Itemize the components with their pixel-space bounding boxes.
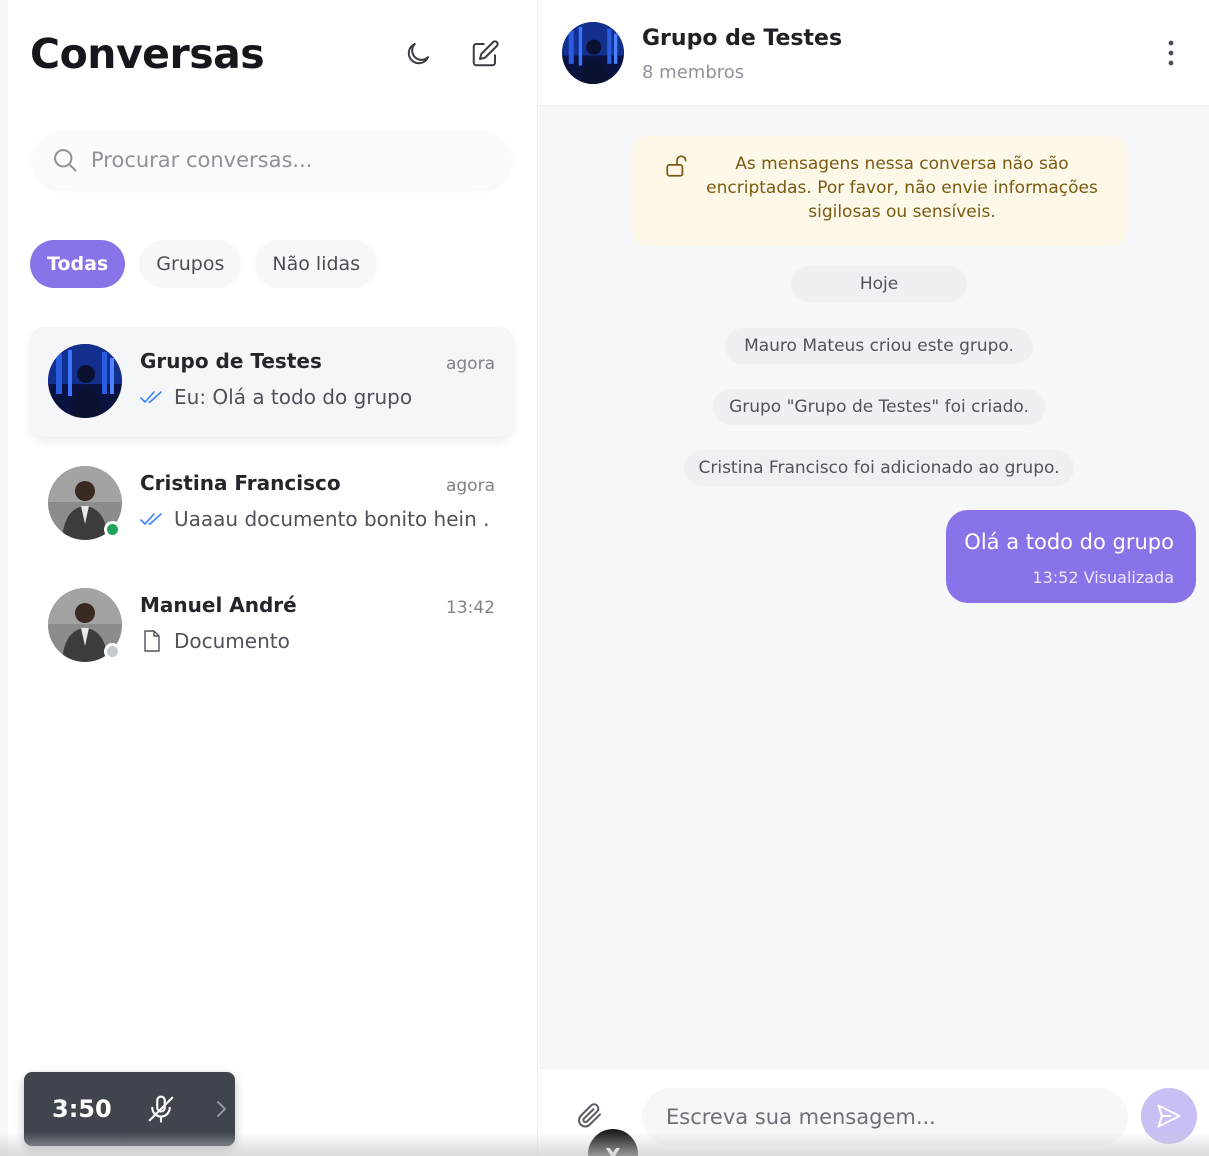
conversation-item-manuel-andre[interactable]: Manuel André 13:42 Documento	[30, 571, 513, 681]
outgoing-message[interactable]: Olá a todo do grupo 13:52 Visualizada	[946, 510, 1196, 603]
conversation-name: Manuel André	[140, 593, 297, 617]
avatar	[48, 344, 122, 418]
more-options-icon[interactable]	[1167, 38, 1175, 68]
conversation-time: 13:42	[446, 598, 495, 618]
chat-avatar[interactable]	[562, 22, 624, 84]
conversation-preview: Documento	[140, 629, 490, 653]
chat-header: Grupo de Testes 8 membros	[539, 0, 1209, 106]
conversation-preview-text: Uaaau documento bonito hein ...	[174, 507, 490, 531]
encryption-notice-text: As mensagens nessa conversa não são encr…	[706, 154, 1098, 222]
moon-icon[interactable]	[400, 36, 436, 72]
encryption-notice: As mensagens nessa conversa não são encr…	[632, 136, 1127, 246]
system-message: Grupo "Grupo de Testes" foi criado.	[713, 389, 1045, 425]
online-status-indicator	[104, 521, 121, 538]
member-count: 8 membros	[642, 62, 745, 83]
conversation-name: Cristina Francisco	[140, 471, 341, 495]
search-input[interactable]	[91, 148, 491, 172]
system-message: Cristina Francisco foi adicionado ao gru…	[684, 450, 1074, 486]
message-meta: 13:52 Visualizada	[1032, 568, 1174, 587]
mic-off-icon[interactable]	[146, 1094, 176, 1124]
search-icon	[54, 149, 77, 172]
double-check-icon	[140, 387, 164, 407]
page-title: Conversas	[30, 30, 265, 78]
double-check-icon	[140, 509, 164, 529]
chat-panel: Grupo de Testes 8 membros As mensagens n…	[539, 0, 1209, 1156]
search-bar	[33, 131, 511, 189]
message-text: Olá a todo do grupo	[964, 530, 1174, 554]
sidebar-edge	[0, 0, 8, 1156]
system-message: Mauro Mateus criou este grupo.	[725, 328, 1033, 364]
chevron-right-icon[interactable]	[212, 1098, 230, 1120]
conversation-preview-text: Documento	[174, 629, 290, 653]
conversation-time: agora	[445, 354, 495, 374]
bottom-edge-shade	[0, 1132, 1209, 1156]
chat-title: Grupo de Testes	[642, 26, 843, 51]
conversation-name: Grupo de Testes	[140, 349, 322, 373]
date-divider: Hoje	[791, 266, 967, 302]
call-timer: 3:50	[52, 1095, 112, 1123]
filter-tab-grupos[interactable]: Grupos	[139, 240, 242, 288]
conversation-item-grupo-de-testes[interactable]: Grupo de Testes agora Eu: Olá a todo do …	[30, 327, 513, 437]
unlock-icon	[666, 155, 687, 177]
offline-status-indicator	[104, 643, 121, 660]
conversation-item-cristina-francisco[interactable]: Cristina Francisco agora Uaaau documento…	[30, 449, 513, 559]
message-time: 13:52	[1032, 568, 1079, 587]
conversation-sidebar: Conversas Todas Grupos Não lidas G	[0, 0, 538, 1156]
conversation-preview: Eu: Olá a todo do grupo	[140, 385, 490, 409]
conversation-preview: Uaaau documento bonito hein ...	[140, 507, 490, 531]
filter-tab-todas[interactable]: Todas	[30, 240, 126, 288]
paperclip-icon[interactable]	[575, 1099, 605, 1131]
conversation-time: agora	[445, 476, 495, 496]
filter-tab-nao-lidas[interactable]: Não lidas	[255, 240, 378, 288]
conversation-preview-text: Eu: Olá a todo do grupo	[174, 385, 413, 409]
message-status: Visualizada	[1083, 568, 1174, 587]
filter-tabs: Todas Grupos Não lidas	[30, 240, 378, 288]
edit-icon[interactable]	[467, 36, 503, 72]
send-icon	[1157, 1104, 1181, 1128]
document-icon	[140, 630, 164, 652]
